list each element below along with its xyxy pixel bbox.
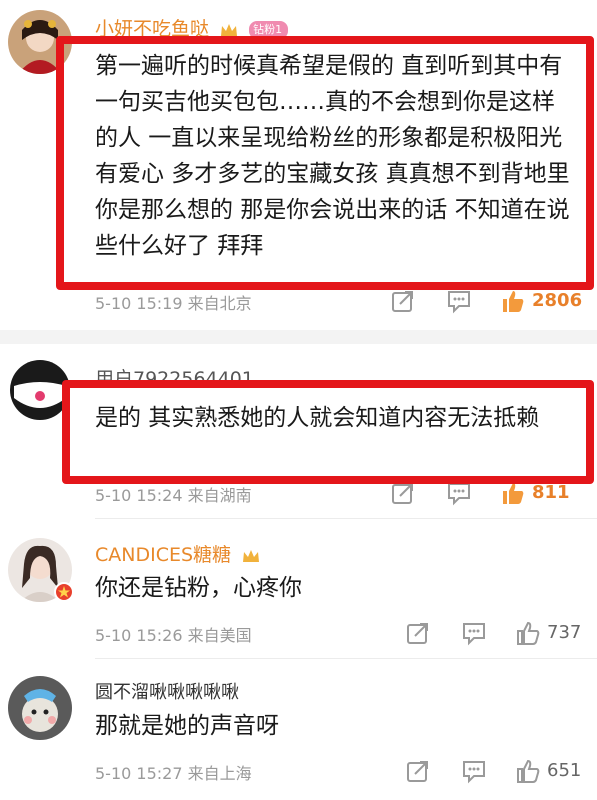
verified-badge-icon — [54, 582, 74, 602]
comment-3: CANDICES糖糖 你还是钻粉，心疼你 5-10 15:26 来自美国 737 — [0, 520, 597, 660]
comment-meta: 5-10 15:27 来自上海 — [95, 760, 252, 784]
comment-text: 你还是钻粉，心疼你 — [95, 575, 302, 601]
like-count: 737 — [547, 622, 582, 643]
comment-icon[interactable] — [461, 758, 487, 784]
username-text[interactable]: CANDICES糖糖 — [95, 544, 231, 566]
avatar[interactable] — [8, 676, 72, 740]
comment-text: 那就是她的声音呀 — [95, 713, 279, 739]
comment-actions: 2806 — [390, 288, 590, 314]
comment-actions: 737 — [405, 620, 597, 646]
divider — [95, 518, 597, 519]
section-gap — [0, 330, 597, 344]
like-count: 651 — [547, 760, 582, 781]
comment-meta: 5-10 15:19 来自北京 — [95, 290, 252, 314]
comment-meta: 5-10 15:24 来自湖南 — [95, 482, 252, 506]
comment-meta: 5-10 15:26 来自美国 — [95, 622, 252, 646]
timestamp: 5-10 15:24 — [95, 486, 183, 505]
share-icon[interactable] — [405, 620, 431, 646]
timestamp: 5-10 15:19 — [95, 294, 183, 313]
location: 来自湖南 — [187, 486, 252, 505]
divider — [95, 658, 597, 659]
comment-icon[interactable] — [446, 288, 472, 314]
crown-icon — [243, 549, 260, 562]
location: 来自美国 — [187, 626, 252, 645]
timestamp: 5-10 15:26 — [95, 626, 183, 645]
timestamp: 5-10 15:27 — [95, 764, 183, 783]
comment-4: 圆不溜啾啾啾啾啾 那就是她的声音呀 5-10 15:27 来自上海 651 — [0, 660, 597, 800]
location: 来自北京 — [187, 294, 252, 313]
location: 来自上海 — [187, 764, 252, 783]
share-icon[interactable] — [405, 758, 431, 784]
share-icon[interactable] — [390, 288, 416, 314]
like-count: 811 — [532, 482, 570, 503]
like-count: 2806 — [532, 290, 583, 311]
comment-actions: 651 — [405, 758, 597, 784]
highlight-box-1 — [56, 36, 594, 290]
highlight-box-2 — [62, 380, 594, 484]
like-icon[interactable] — [500, 288, 526, 314]
comment-icon[interactable] — [461, 620, 487, 646]
like-icon[interactable] — [515, 758, 541, 784]
username[interactable]: 圆不溜啾啾啾啾啾 — [95, 678, 239, 704]
like-icon[interactable] — [515, 620, 541, 646]
username[interactable]: CANDICES糖糖 — [95, 540, 261, 567]
